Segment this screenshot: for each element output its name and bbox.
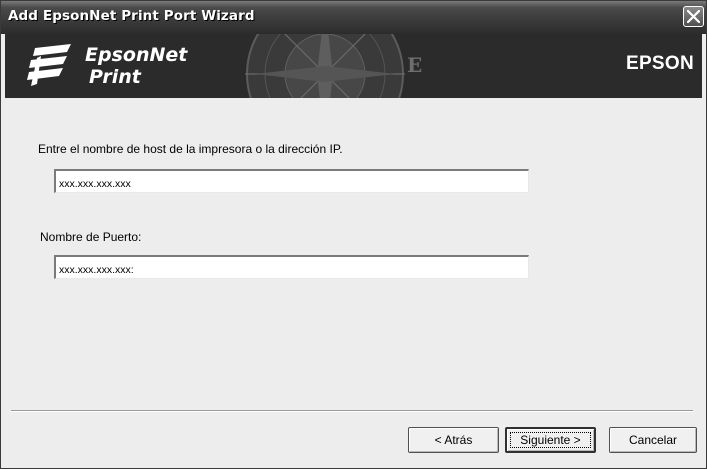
- close-icon: [687, 10, 700, 23]
- title-bar[interactable]: Add EpsonNet Print Port Wizard: [1, 1, 706, 34]
- compass-icon: E: [245, 34, 422, 98]
- port-name-input[interactable]: [54, 255, 529, 279]
- epsonnet-logo-icon: [27, 44, 71, 86]
- logo-text-epsonnet: EpsonNet: [85, 44, 188, 66]
- svg-text:E: E: [407, 53, 422, 77]
- host-label: Entre el nombre de host de la impresora …: [38, 142, 343, 156]
- logo-text-print: Print: [89, 66, 141, 88]
- header-banner: E EpsonNet Print EPSON: [5, 34, 702, 98]
- cancel-button[interactable]: Cancelar: [609, 427, 697, 453]
- close-button[interactable]: [683, 6, 704, 27]
- focus-rectangle: [510, 432, 591, 448]
- host-input[interactable]: [54, 169, 529, 193]
- brand-logo: EPSON: [625, 53, 694, 74]
- next-button[interactable]: Siguiente >: [505, 427, 596, 453]
- back-button-label: < Atrás: [434, 433, 473, 447]
- footer-divider: [11, 410, 693, 412]
- wizard-window: Add EpsonNet Print Port Wizard E EpsonNe…: [0, 0, 707, 469]
- back-button[interactable]: < Atrás: [408, 427, 499, 453]
- port-name-label: Nombre de Puerto:: [40, 230, 142, 244]
- cancel-button-label: Cancelar: [628, 433, 678, 447]
- window-title: Add EpsonNet Print Port Wizard: [8, 8, 255, 24]
- wizard-content: Entre el nombre de host de la impresora …: [5, 98, 702, 464]
